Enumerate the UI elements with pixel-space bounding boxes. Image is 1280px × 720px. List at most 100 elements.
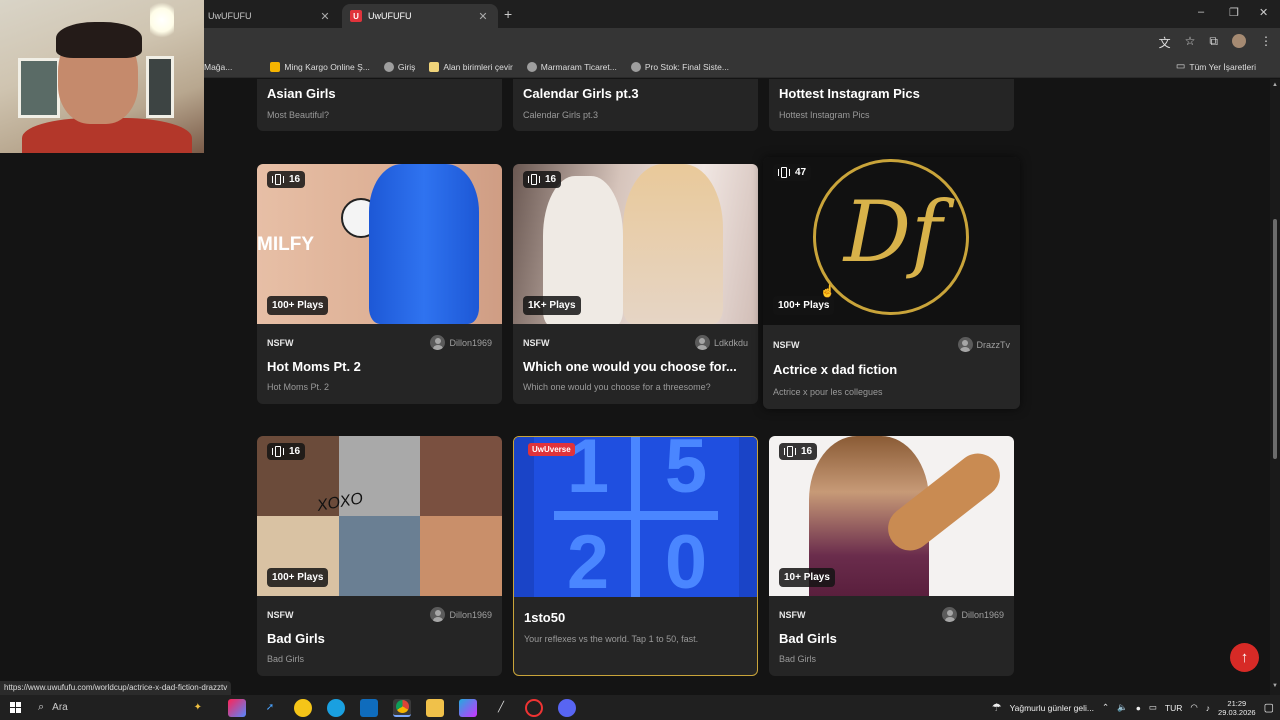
wifi-icon[interactable]: ◠ [1190, 702, 1197, 713]
pen-icon[interactable]: ╱ [492, 699, 510, 717]
bookmark-star-icon[interactable]: ☆ [1185, 34, 1196, 51]
card-description: Hot Moms Pt. 2 [267, 382, 330, 392]
window-background [146, 56, 174, 118]
author[interactable]: Dillon1969 [942, 607, 1004, 622]
clock-time: 21:29 [1227, 698, 1247, 708]
quiz-card[interactable]: Hottest Instagram Pics Hottest Instagram… [769, 79, 1014, 131]
card-description: Most Beautiful? [267, 110, 330, 120]
file-explorer-icon[interactable] [426, 698, 444, 717]
quiz-card[interactable]: 16 1K+ Plays NSFW Ldkdkdu Which one woul… [513, 164, 758, 404]
thumbnail-text: MILFY [257, 234, 314, 255]
notifications-icon[interactable]: ▢ [1264, 701, 1274, 714]
bookmark-item[interactable]: Pro Stok: Final Siste... [630, 61, 729, 72]
photo-tile [339, 516, 420, 596]
item-count-badge: 47 [773, 164, 812, 181]
card-title: Actrice x dad fiction [773, 362, 898, 377]
new-tab-button[interactable]: + [504, 6, 512, 22]
bookmark-item[interactable]: Giriş [383, 61, 415, 72]
user-avatar-icon [942, 607, 958, 622]
scroll-to-top-button[interactable]: ↑ [1230, 643, 1259, 672]
scrollbar-thumb[interactable] [1273, 219, 1277, 459]
close-icon[interactable]: ✕ [318, 10, 332, 23]
scroll-up-arrow-icon[interactable]: ▲ [1272, 82, 1278, 88]
digit-0: 0 [664, 520, 708, 597]
game-card[interactable]: 1 5 2 0 UwUverse 1sto50 Your reflexes vs… [513, 436, 758, 676]
plays-badge: 1K+ Plays [523, 296, 581, 315]
webcam-overlay [0, 0, 204, 153]
battery-icon[interactable]: ▭ [1149, 702, 1157, 713]
extensions-icon[interactable]: ⧉ [1209, 34, 1218, 51]
app-icon[interactable] [459, 698, 477, 717]
taskbar-search[interactable]: ⌕ Ara ✦ [30, 698, 210, 717]
card-title: 1sto50 [524, 610, 566, 625]
weather-text[interactable]: Yağmurlu günler geli... [1010, 703, 1094, 713]
pin-app-icon[interactable]: ➚ [261, 699, 279, 717]
obs-icon[interactable] [525, 698, 543, 717]
app-icon[interactable] [294, 698, 312, 717]
tab-uwufufu-2[interactable]: U UwUFUFU ✕ [342, 4, 498, 28]
quiz-card-hovered[interactable]: Df 47 100+ Plays NSFW DrazzTv Actrice x … [763, 157, 1020, 409]
tab-uwufufu-1[interactable]: UwUFUFU ✕ [200, 4, 340, 28]
card-description: Bad Girls [779, 654, 817, 664]
copilot-app-icon[interactable] [228, 698, 246, 717]
item-count-badge: 16 [779, 443, 818, 460]
window-close-button[interactable]: ✕ [1259, 6, 1268, 19]
quiz-card[interactable]: 16 10+ Plays NSFW Dillon1969 Bad Girls B… [769, 436, 1014, 676]
all-bookmarks-button[interactable]: ▭ Tüm Yer İşaretleri [1176, 61, 1256, 72]
scroll-down-arrow-icon[interactable]: ▼ [1272, 683, 1278, 689]
globe-icon [526, 61, 537, 72]
outlook-icon[interactable] [360, 698, 378, 717]
bookmark-favicon-icon [429, 61, 440, 72]
author[interactable]: Ldkdkdu [694, 335, 748, 350]
nsfw-tag: NSFW [267, 338, 294, 348]
page-scrollbar[interactable] [1270, 79, 1280, 695]
author[interactable]: Dillon1969 [430, 335, 492, 350]
hand-cursor-icon: ☝ [820, 284, 835, 298]
bookmark-item[interactable]: Alan birimleri çevir [429, 61, 513, 72]
folder-icon: ▭ [1175, 61, 1186, 72]
user-avatar-icon [957, 337, 973, 352]
volume-icon[interactable]: ♪ [1206, 703, 1210, 713]
author-name: Dillon1969 [449, 337, 492, 348]
bookmark-item[interactable]: Ming Kargo Online Ş... [270, 61, 370, 72]
quiz-card[interactable]: XOXO 16 100+ Plays NSFW Dillon1969 Bad G… [257, 436, 502, 676]
card-title: Hot Moms Pt. 2 [267, 359, 361, 374]
speaker-icon[interactable]: 🔈 [1117, 702, 1128, 713]
menu-icon[interactable]: ⋮ [1260, 34, 1272, 51]
close-icon[interactable]: ✕ [476, 10, 490, 23]
windows-logo-icon [9, 702, 21, 713]
edge-icon[interactable] [327, 698, 345, 717]
cards-icon [272, 174, 284, 185]
photo-tile [420, 436, 502, 516]
quiz-card[interactable]: Calendar Girls pt.3 Calendar Girls pt.3 [513, 79, 758, 131]
nsfw-tag: NSFW [267, 610, 294, 620]
discord-icon[interactable] [558, 698, 576, 717]
chevron-up-icon[interactable]: ⌃ [1102, 702, 1109, 713]
item-count: 16 [545, 174, 557, 185]
nsfw-tag: NSFW [773, 340, 800, 350]
card-description: Bad Girls [267, 654, 305, 664]
bookmark-item[interactable]: Marmaram Ticaret... [526, 61, 617, 72]
author[interactable]: DrazzTv [957, 337, 1010, 352]
minimize-button[interactable]: – [1198, 6, 1204, 18]
language-indicator[interactable]: TUR [1165, 703, 1182, 713]
restore-button[interactable]: ❐ [1229, 6, 1239, 19]
start-button[interactable] [0, 702, 30, 713]
quiz-card[interactable]: MILFY 16 100+ Plays NSFW Dillon1969 Hot … [257, 164, 502, 404]
weather-umbrella-icon: ☂ [991, 702, 1002, 714]
plays-badge: 100+ Plays [267, 296, 329, 315]
author-name: Ldkdkdu [713, 337, 748, 348]
quiz-card[interactable]: Asian Girls Most Beautiful? [257, 79, 502, 131]
plays-badge: 10+ Plays [779, 568, 835, 587]
translate-icon[interactable]: 文 [1159, 34, 1171, 51]
profile-avatar[interactable] [1232, 34, 1246, 48]
bookmark-item[interactable]: Mağa... [204, 62, 232, 72]
edge-shade [514, 437, 534, 597]
chrome-icon[interactable] [393, 698, 411, 717]
item-count-badge: 16 [523, 171, 562, 188]
clock[interactable]: 21:29 29.03.2026 [1218, 699, 1256, 717]
bookmark-label: Mağa... [204, 61, 233, 72]
person-hair [56, 22, 142, 58]
microphone-icon[interactable]: ● [1136, 703, 1141, 713]
author[interactable]: Dillon1969 [430, 607, 492, 622]
